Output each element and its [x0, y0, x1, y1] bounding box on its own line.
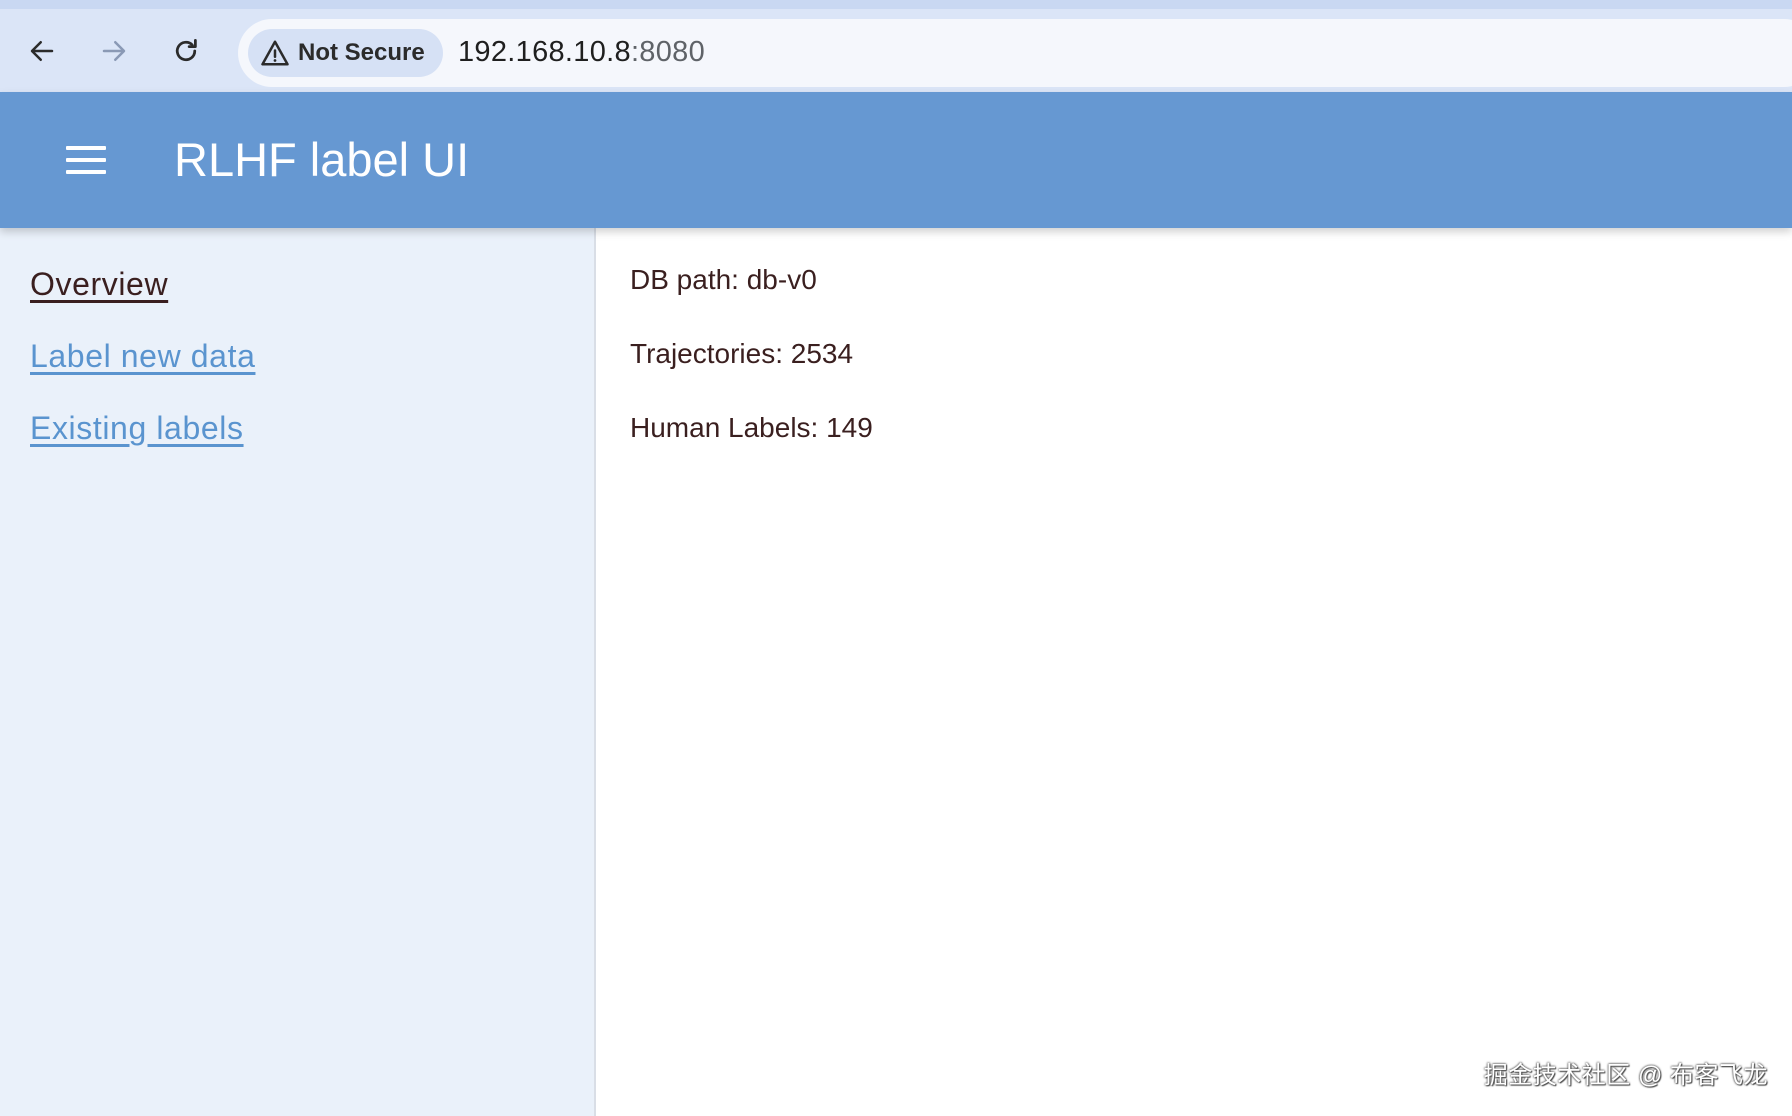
sidebar-item-overview[interactable]: Overview — [30, 266, 168, 303]
url-port: :8080 — [630, 36, 706, 68]
arrow-left-icon — [30, 41, 54, 61]
security-label: Not Secure — [298, 39, 425, 66]
back-button[interactable] — [22, 31, 62, 71]
browser-toolbar: Not Secure 192.168.10.8:8080 — [0, 0, 1792, 92]
address-bar[interactable]: Not Secure 192.168.10.8:8080 — [238, 19, 1792, 87]
db-path-text: DB path: db-v0 — [630, 264, 817, 295]
sidebar-item-label-new-data[interactable]: Label new data — [30, 338, 255, 375]
watermark: 掘金技术社区 @ 布客飞龙 — [1483, 1062, 1768, 1089]
app-title: RLHF label UI — [174, 133, 470, 186]
trajectories-count: Trajectories: 2534 — [630, 338, 854, 369]
sidebar: Overview Label new data Existing labels — [0, 228, 596, 1116]
security-indicator[interactable]: Not Secure — [248, 29, 443, 77]
sidebar-item-existing-labels[interactable]: Existing labels — [30, 410, 244, 447]
main-content: DB path: db-v0 Trajectories: 2534 Human … — [598, 228, 1792, 1116]
reload-button[interactable] — [166, 31, 206, 71]
url-text[interactable]: 192.168.10.8:8080 — [458, 36, 705, 69]
forward-button[interactable] — [94, 31, 134, 71]
reload-icon — [175, 39, 197, 62]
warning-triangle-icon — [261, 40, 289, 66]
arrow-right-icon — [102, 41, 126, 61]
app-header: RLHF label UI — [0, 92, 1792, 228]
human-labels-count: Human Labels: 149 — [630, 412, 873, 443]
hamburger-menu-icon[interactable] — [58, 136, 114, 184]
url-host: 192.168.10.8 — [458, 36, 631, 68]
